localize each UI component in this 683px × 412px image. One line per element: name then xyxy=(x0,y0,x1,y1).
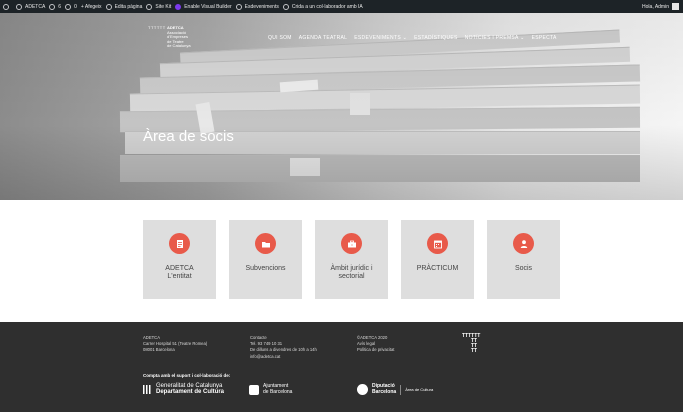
diputacio-divider xyxy=(400,384,402,395)
ai-icon xyxy=(282,3,289,10)
comments-item[interactable]: 0 xyxy=(65,3,81,10)
page-title: Àrea de socis xyxy=(143,128,234,145)
main-nav: QUI SOM AGENDA TEATRAL ESDEVENIMENTS ⌄ E… xyxy=(268,35,564,41)
refresh-icon xyxy=(49,3,56,10)
diputacio-logo[interactable]: Diputació Barcelona Àrea de Cultura xyxy=(357,383,434,395)
new-content-item[interactable]: + Afegeix xyxy=(81,4,106,10)
wordpress-icon xyxy=(3,3,9,10)
footer-text: De dilluns a divendres de 10h a 14h xyxy=(250,347,317,353)
ajuntament-line: de Barcelona xyxy=(263,388,293,395)
site-kit-label: Site Kit xyxy=(155,3,172,10)
card-icon-circle xyxy=(341,233,362,254)
footer-logo-mark: TTTTTT TT TT TT xyxy=(462,334,480,354)
comment-icon xyxy=(65,3,72,10)
footer-legal: ©ADETCA 2020 Avís legal Política de priv… xyxy=(357,335,394,354)
logo-mark: TTTTTT xyxy=(148,25,166,30)
greeting-label: Hola, Admin xyxy=(642,3,669,10)
site-logo[interactable]: TTTTTT ADETCA Associació d'Empreses de T… xyxy=(148,25,191,49)
divi-icon xyxy=(175,3,182,10)
card-icon-circle xyxy=(513,233,534,254)
site-name-item[interactable]: ADETCA xyxy=(16,3,49,10)
hero-banner xyxy=(0,13,683,200)
my-account-item[interactable]: Hola, Admin xyxy=(642,0,679,13)
site-footer: ADETCA Carrer Hospital 51 (Teatre Romea)… xyxy=(0,322,683,412)
card-adetca[interactable]: ADETCA L'entitat xyxy=(143,220,216,299)
document-icon xyxy=(176,239,183,248)
divi-builder-item[interactable]: Enable Visual Builder xyxy=(175,3,235,10)
wp-logo-item[interactable] xyxy=(0,3,16,10)
events-item[interactable]: Esdeveniments xyxy=(235,3,283,10)
updates-item[interactable]: 6 xyxy=(49,3,65,10)
footer-email-link[interactable]: info@adetca.cat xyxy=(250,354,317,360)
card-label: PRÀCTICUM xyxy=(416,265,459,272)
ajuntament-shield-icon xyxy=(249,384,259,395)
folder-icon xyxy=(261,241,270,247)
hero-overlay xyxy=(0,13,683,200)
card-icon-circle xyxy=(255,233,276,254)
card-ambit-juridic[interactable]: Àmbit jurídic i sectorial xyxy=(315,220,388,299)
gencat-icon xyxy=(143,385,152,394)
card-icon-circle xyxy=(169,233,190,254)
footer-contact: Contacte Tel. 93 749 10 31 De dilluns a … xyxy=(250,335,317,360)
nav-item-qui-som[interactable]: QUI SOM xyxy=(268,35,292,41)
ai-label: Crida a un col·laborador amb IA xyxy=(291,3,363,10)
briefcase-icon xyxy=(347,240,356,247)
ajuntament-logo[interactable]: Ajuntament de Barcelona xyxy=(249,383,293,395)
calendar-small-icon xyxy=(235,3,242,10)
card-label: ADETCA L'entitat xyxy=(165,265,194,280)
card-socis[interactable]: Socis xyxy=(487,220,560,299)
gencat-logo[interactable]: Generalitat de Catalunya Departament de … xyxy=(143,383,225,395)
card-subvencions[interactable]: Subvencions xyxy=(229,220,302,299)
events-label: Esdeveniments xyxy=(244,3,279,10)
updates-count: 6 xyxy=(58,3,62,10)
edit-page-item[interactable]: Edita pàgina xyxy=(105,3,147,10)
collab-label: Compta amb el suport i col·laboració de: xyxy=(143,373,231,378)
edit-page-label: Edita pàgina xyxy=(114,3,143,10)
nav-item-agenda[interactable]: AGENDA TEATRAL xyxy=(299,35,347,41)
card-label: Socis xyxy=(514,265,533,272)
google-icon xyxy=(146,3,153,10)
pencil-icon xyxy=(105,3,112,10)
member-area-cards: ADETCA L'entitat Subvencions Àmbit juríd… xyxy=(143,220,573,299)
card-label: Subvencions xyxy=(245,265,286,272)
card-label: Àmbit jurídic i sectorial xyxy=(330,265,373,280)
card-practicum[interactable]: PRÀCTICUM xyxy=(401,220,474,299)
person-icon xyxy=(520,239,527,248)
nav-item-estadistiques[interactable]: ESTADÍSTIQUES xyxy=(414,35,458,41)
footer-privacy-link[interactable]: Política de privacitat xyxy=(357,347,394,353)
admin-bar: ADETCA 6 0 + Afegeix Edita pàgina Site K… xyxy=(0,0,683,13)
footer-text: 08001 Barcelona xyxy=(143,347,175,353)
tmark-line: TT xyxy=(471,348,478,354)
gencat-line: Departament de Cultura xyxy=(156,388,225,395)
diputacio-line: Barcelona xyxy=(372,388,397,395)
comments-count: 0 xyxy=(74,3,77,10)
logo-text: ADETCA Associació d'Empreses de Teatre d… xyxy=(167,25,191,49)
card-icon-circle xyxy=(427,233,448,254)
avatar xyxy=(672,3,679,10)
site-kit-item[interactable]: Site Kit xyxy=(146,3,175,10)
nav-item-especta[interactable]: ESPECTA xyxy=(532,35,557,41)
site-name-label: ADETCA xyxy=(25,3,46,10)
calendar-icon xyxy=(433,240,442,248)
diputacio-area-label: Àrea de Cultura xyxy=(405,386,434,392)
home-icon xyxy=(16,3,22,10)
nav-item-esdeveniments[interactable]: ESDEVENIMENTS ⌄ xyxy=(354,35,407,41)
nav-item-noticies[interactable]: NOTÍCIES I PREMSA ⌄ xyxy=(465,35,525,41)
logo-line: de Catalunya xyxy=(167,43,191,49)
footer-address: ADETCA Carrer Hospital 51 (Teatre Romea)… xyxy=(143,335,207,354)
diputacio-circle-icon xyxy=(357,384,368,395)
divi-label: Enable Visual Builder xyxy=(184,3,232,10)
ai-item[interactable]: Crida a un col·laborador amb IA xyxy=(282,3,367,10)
